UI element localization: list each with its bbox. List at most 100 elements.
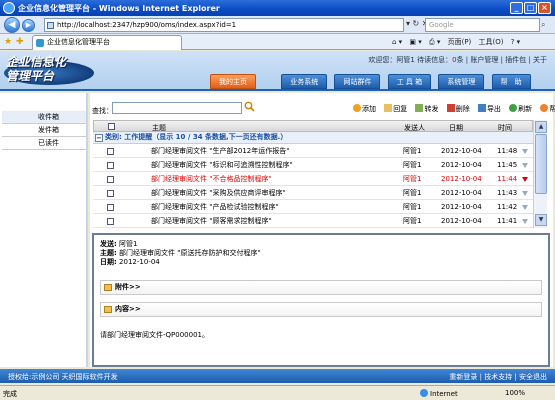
flag-icon[interactable] xyxy=(522,205,528,210)
zoom-level[interactable]: 100% xyxy=(505,389,525,397)
welcome-bar: 欢迎您：阿管1 待读信息：0条 | 账户管理 | 插件包 | 关于 xyxy=(368,56,547,64)
tab-bar: ★ ✚ 企业信息化管理平台 ⌂ ▾ ▣ ▾ ⎙ ▾ 页面(P) 工具(O) ? … xyxy=(0,34,555,50)
nav-website[interactable]: 网站群件 xyxy=(334,74,381,89)
favorites-icon[interactable]: ★ xyxy=(4,37,12,47)
category-label: 类别: 工作提醒（显示 10 / 34 条数据,下一页还有数据.） xyxy=(105,133,288,141)
refresh-button[interactable]: 刷新 xyxy=(509,104,532,114)
logout-link[interactable]: 安全退出 xyxy=(519,373,547,381)
content-section[interactable]: 内容>> xyxy=(100,302,542,317)
page-menu[interactable]: 页面(P) xyxy=(448,38,472,46)
reply-label: 回复 xyxy=(393,105,408,113)
tools-menu[interactable]: 工具(O) xyxy=(479,38,504,46)
row-subject[interactable]: 部门经理审阅文件 "标识和可追溯性控制程序" xyxy=(151,159,293,172)
scroll-down-icon[interactable]: ▼ xyxy=(535,214,547,226)
add-button[interactable]: 添加 xyxy=(353,104,376,114)
search-box[interactable]: Google xyxy=(425,18,540,32)
main-nav: 我的主页 业务系统 网站群件 工 具 箱 系统管理 帮 助 xyxy=(210,74,536,91)
row-date: 2012-10-04 xyxy=(441,147,482,155)
export-label: 导出 xyxy=(486,105,501,113)
attachments-section[interactable]: 附件>> xyxy=(100,280,542,295)
row-time: 11:48 xyxy=(497,147,518,155)
minimize-button[interactable]: _ xyxy=(510,2,523,14)
nav-business[interactable]: 业务系统 xyxy=(281,74,328,89)
window-titlebar[interactable]: 企业信息化管理平台 - Windows Internet Explorer _ … xyxy=(0,0,555,16)
table-row[interactable]: 部门经理审阅文件 "不合格品控制程序" 阿管1 2012-10-04 11:44 xyxy=(93,173,533,186)
reply-icon xyxy=(384,104,393,112)
link-about[interactable]: 关于 xyxy=(533,56,547,64)
support-link[interactable]: 技术支持 xyxy=(484,373,512,381)
logo-line1: 企业信息化 xyxy=(6,55,67,69)
search-go-icon[interactable]: ⌕ xyxy=(541,20,545,30)
row-checkbox[interactable] xyxy=(107,162,114,169)
flag-icon[interactable] xyxy=(522,219,528,224)
forward-mail-button[interactable]: 转发 xyxy=(415,104,438,114)
browser-tab[interactable]: 企业信息化管理平台 xyxy=(32,35,182,50)
row-checkbox[interactable] xyxy=(107,218,114,225)
nav-home[interactable]: 我的主页 xyxy=(210,74,256,89)
row-checkbox[interactable] xyxy=(107,204,114,211)
row-checkbox[interactable] xyxy=(107,190,114,197)
row-date: 2012-10-04 xyxy=(441,175,482,183)
row-subject[interactable]: 部门经理审阅文件 "生产部2012年运作报告" xyxy=(151,145,289,158)
table-row[interactable]: 部门经理审阅文件 "顾客需求控制程序" 阿管1 2012-10-04 11:41 xyxy=(93,215,533,228)
row-date: 2012-10-04 xyxy=(441,161,482,169)
collapse-icon[interactable]: − xyxy=(95,134,103,142)
table-row[interactable]: 部门经理审阅文件 "标识和可追溯性控制程序" 阿管1 2012-10-04 11:45 xyxy=(93,159,533,172)
preview-date-label: 日期: xyxy=(100,258,117,266)
flag-icon[interactable] xyxy=(522,191,528,196)
maximize-button[interactable]: □ xyxy=(524,2,537,14)
scroll-thumb[interactable] xyxy=(535,134,547,194)
table-row[interactable]: 部门经理审阅文件 "产品检试验控制程序" 阿管1 2012-10-04 11:42 xyxy=(93,201,533,214)
app-header: 企业信息化 管理平台 欢迎您：阿管1 待读信息：0条 | 账户管理 | 插件包 … xyxy=(0,51,555,91)
action-toolbar: 添加 回复 转发 删除 导出 刷新 帮助 xyxy=(353,104,555,114)
row-sender: 阿管1 xyxy=(403,189,422,197)
reply-button[interactable]: 回复 xyxy=(384,104,407,114)
help-icon[interactable]: ? ▾ xyxy=(511,38,520,46)
address-bar: ◀ ▶ http://localhost:2347/hzp900/oms/ind… xyxy=(0,16,555,34)
preview-from-value: 阿管1 xyxy=(119,240,138,248)
delete-button[interactable]: 删除 xyxy=(446,104,470,114)
content-icon xyxy=(104,306,112,313)
row-checkbox[interactable] xyxy=(107,148,114,155)
delete-label: 删除 xyxy=(455,105,470,113)
add-favorites-icon[interactable]: ✚ xyxy=(16,37,24,47)
sidebar-item-inbox[interactable]: 收件箱 xyxy=(2,111,86,124)
ie-logo-icon xyxy=(3,2,15,14)
row-subject[interactable]: 部门经理审阅文件 "产品检试验控制程序" xyxy=(151,201,279,214)
scroll-up-icon[interactable]: ▲ xyxy=(535,121,547,133)
search-input[interactable] xyxy=(112,102,242,114)
search-icon[interactable] xyxy=(244,101,255,112)
print-icon[interactable]: ⎙ ▾ xyxy=(429,38,440,46)
sidebar-item-read[interactable]: 已读件 xyxy=(2,137,86,150)
flag-icon[interactable] xyxy=(522,149,528,154)
row-subject[interactable]: 部门经理审阅文件 "不合格品控制程序" xyxy=(151,173,272,186)
sidebar-splitter[interactable] xyxy=(86,93,88,367)
relogin-link[interactable]: 重新登录 xyxy=(449,373,477,381)
nav-toolbox[interactable]: 工 具 箱 xyxy=(387,74,432,89)
nav-system[interactable]: 系统管理 xyxy=(438,74,485,89)
export-button[interactable]: 导出 xyxy=(477,104,501,114)
row-time: 11:43 xyxy=(497,189,518,197)
table-row[interactable]: 部门经理审阅文件 "采购及供应商评审程序" 阿管1 2012-10-04 11:43 xyxy=(93,187,533,200)
forward-button[interactable]: ▶ xyxy=(22,19,35,32)
row-subject[interactable]: 部门经理审阅文件 "采购及供应商评审程序" xyxy=(151,187,286,200)
close-button[interactable]: × xyxy=(538,2,551,14)
home-icon[interactable]: ⌂ ▾ xyxy=(392,38,402,46)
row-subject[interactable]: 部门经理审阅文件 "顾客需求控制程序" xyxy=(151,215,272,228)
table-row[interactable]: 部门经理审阅文件 "生产部2012年运作报告" 阿管1 2012-10-04 11:4… xyxy=(93,145,533,158)
forward-icon xyxy=(415,104,424,112)
link-account[interactable]: 账户管理 xyxy=(470,56,498,64)
flag-icon[interactable] xyxy=(522,177,528,182)
grid-scrollbar[interactable]: ▲ ▼ xyxy=(533,120,547,228)
feeds-icon[interactable]: ▣ ▾ xyxy=(409,38,421,46)
select-all-checkbox[interactable] xyxy=(108,123,115,130)
help-button[interactable]: 帮助 xyxy=(540,104,555,114)
link-plugins[interactable]: 插件包 xyxy=(505,56,526,64)
row-checkbox[interactable] xyxy=(107,176,114,183)
url-input[interactable]: http://localhost:2347/hzp900/oms/index.a… xyxy=(44,18,404,32)
back-button[interactable]: ◀ xyxy=(4,17,20,33)
nav-help[interactable]: 帮 助 xyxy=(491,74,531,89)
sidebar-item-outbox[interactable]: 发件箱 xyxy=(2,124,86,137)
category-group-row[interactable]: − 类别: 工作提醒（显示 10 / 34 条数据,下一页还有数据.） xyxy=(93,132,533,144)
flag-icon[interactable] xyxy=(522,163,528,168)
